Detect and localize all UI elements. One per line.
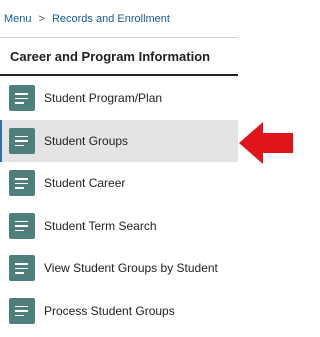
document-icon xyxy=(9,297,35,324)
nav-item-label: Student Career xyxy=(44,176,126,191)
nav-item-label: Process Student Groups xyxy=(44,303,175,318)
nav-item-label: Student Program/Plan xyxy=(44,91,163,106)
breadcrumb-separator: > xyxy=(38,12,45,25)
document-icon xyxy=(9,127,35,154)
document-icon xyxy=(9,85,35,112)
nav-item-student-career[interactable]: Student Career xyxy=(0,162,238,205)
nav-item-label: Student Groups xyxy=(44,133,129,148)
nav-item-student-term-search[interactable]: Student Term Search xyxy=(0,205,238,248)
breadcrumb-menu-link[interactable]: Menu xyxy=(4,13,32,25)
document-icon xyxy=(9,212,35,239)
nav-item-label: Student Term Search xyxy=(44,218,157,233)
nav-item-student-groups[interactable]: Student Groups xyxy=(0,119,238,162)
nav-item-view-student-groups-by-student[interactable]: View Student Groups by Student xyxy=(0,247,238,290)
breadcrumb-records-link[interactable]: Records and Enrollment xyxy=(52,13,170,25)
document-icon xyxy=(9,170,35,197)
document-icon xyxy=(9,255,35,282)
section-title: Career and Program Information xyxy=(0,39,238,76)
nav-list: Student Program/Plan Student Groups Stud… xyxy=(0,77,238,332)
breadcrumb: Menu > Records and Enrollment xyxy=(0,0,238,38)
nav-item-label: View Student Groups by Student xyxy=(44,261,218,276)
nav-item-student-program-plan[interactable]: Student Program/Plan xyxy=(0,77,238,120)
red-arrow-icon xyxy=(239,122,293,164)
nav-item-process-student-groups[interactable]: Process Student Groups xyxy=(0,290,238,333)
